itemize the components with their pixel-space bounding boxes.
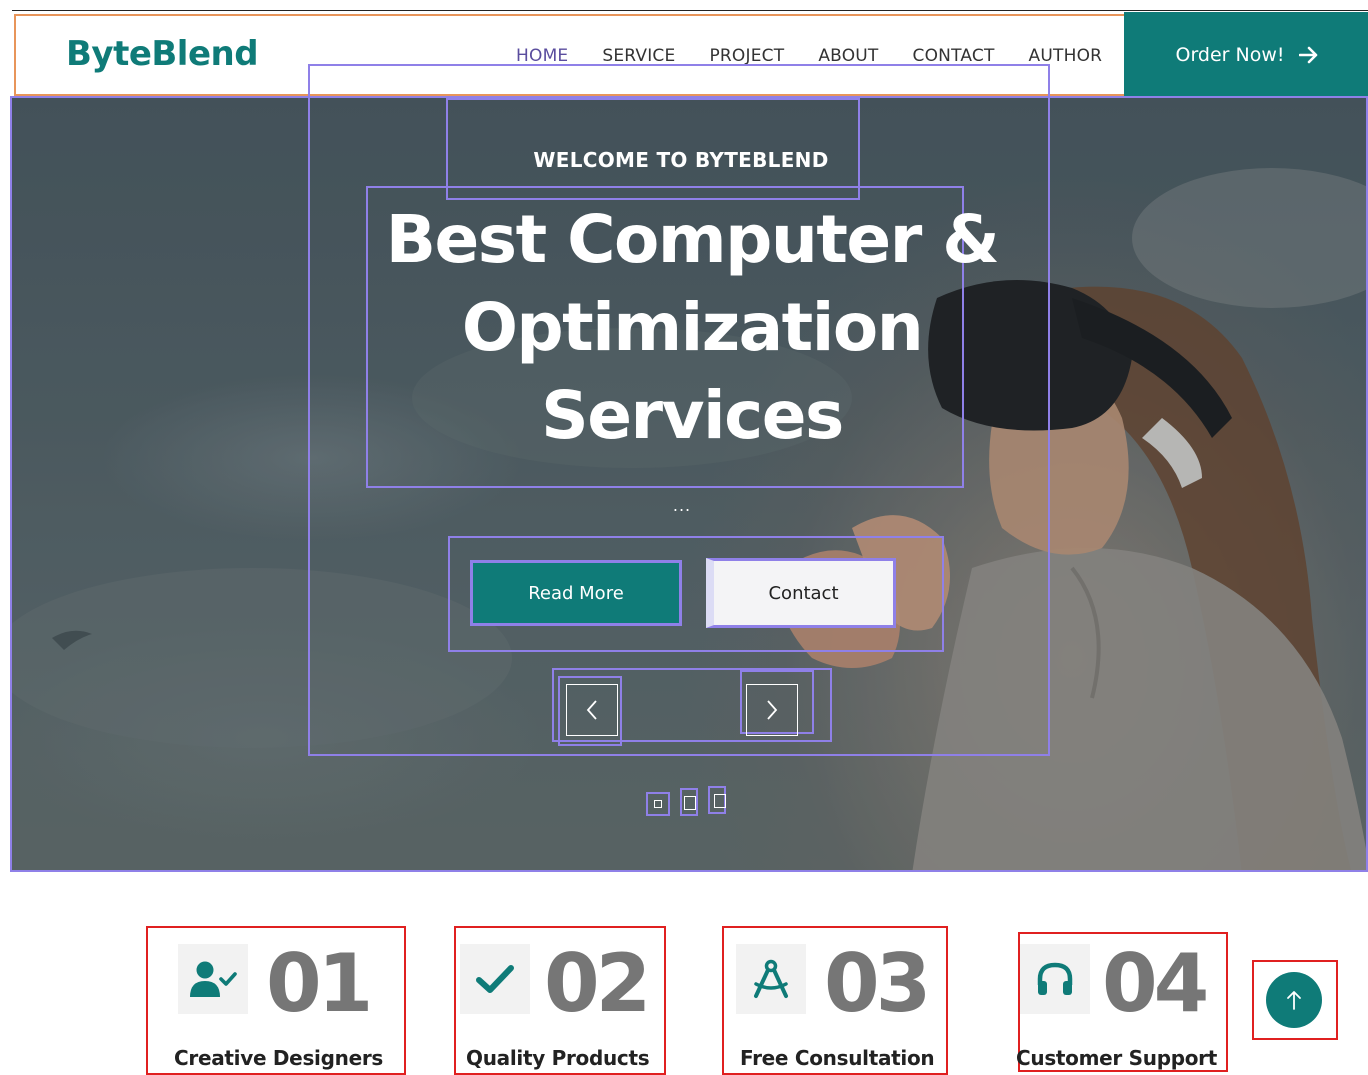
chevron-right-icon: [767, 700, 778, 720]
nav-author[interactable]: AUTHOR: [1029, 46, 1103, 66]
feature-icon-box: [736, 944, 806, 1014]
arrow-right-icon: [1298, 46, 1317, 64]
hero-dots: ...: [672, 496, 692, 515]
chevron-left-icon: [586, 700, 597, 720]
hero-title: Best Computer & Optimization Services: [366, 196, 1018, 460]
nav-about[interactable]: ABOUT: [818, 46, 878, 66]
feature-label: Free Consultation: [740, 1046, 935, 1070]
arrow-up-icon: [1287, 991, 1301, 1010]
carousel-indicator-3[interactable]: [708, 786, 726, 814]
feature-label: Customer Support: [1016, 1046, 1217, 1070]
feature-card-4: 04 Customer Support: [1016, 932, 1228, 1072]
nav-home[interactable]: HOME: [516, 46, 568, 66]
nav-contact[interactable]: CONTACT: [913, 46, 995, 66]
carousel-prev-button[interactable]: [566, 684, 618, 736]
carousel-next-button[interactable]: [746, 684, 798, 736]
logo[interactable]: ByteBlend: [66, 34, 259, 74]
feature-number: 01: [266, 937, 373, 1030]
nav-service[interactable]: SERVICE: [602, 46, 675, 66]
feature-icon-box: [178, 944, 248, 1014]
order-now-label: Order Now!: [1175, 44, 1285, 66]
feature-number: 04: [1102, 937, 1209, 1030]
feature-number: 02: [544, 937, 651, 1030]
check-icon: [476, 965, 514, 993]
scroll-to-top-button[interactable]: [1266, 972, 1322, 1028]
hero-title-line-1: Best Computer &: [385, 201, 1000, 278]
feature-number: 03: [824, 937, 931, 1030]
top-border-line: [12, 10, 1368, 11]
feature-card-1: 01 Creative Designers: [146, 926, 406, 1075]
read-more-button[interactable]: Read More: [470, 560, 682, 626]
feature-label: Quality Products: [466, 1046, 650, 1070]
hero-title-line-2: Optimization: [461, 289, 924, 366]
indicator-dot-icon: [714, 794, 726, 808]
nav-project[interactable]: PROJECT: [709, 46, 784, 66]
feature-icon-box: [1020, 944, 1090, 1014]
carousel-indicator-1[interactable]: [646, 792, 670, 816]
drafting-compass-icon: [754, 959, 788, 998]
carousel-indicator-2[interactable]: [680, 788, 698, 816]
feature-card-3: 03 Free Consultation: [722, 926, 948, 1075]
feature-label: Creative Designers: [174, 1046, 383, 1070]
feature-icon-box: [460, 944, 530, 1014]
hero-welcome-text: WELCOME TO BYTEBLEND: [533, 148, 829, 172]
indicator-dot-icon: [684, 796, 696, 810]
contact-button[interactable]: Contact: [706, 558, 896, 628]
order-now-button[interactable]: Order Now!: [1124, 12, 1368, 98]
indicator-dot-icon: [654, 800, 662, 808]
headphones-icon: [1037, 962, 1073, 995]
user-check-icon: [190, 961, 237, 997]
feature-card-2: 02 Quality Products: [454, 926, 666, 1075]
hero-title-line-3: Services: [541, 377, 844, 454]
